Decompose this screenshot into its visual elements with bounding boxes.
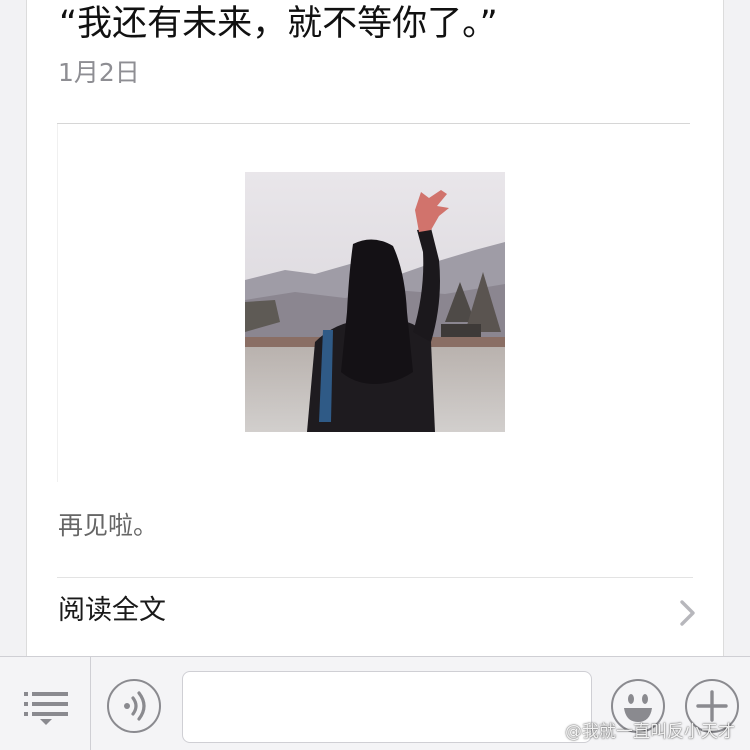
divider [57, 577, 693, 578]
article-photo[interactable] [245, 172, 505, 432]
photo-illustration [245, 172, 505, 432]
chevron-right-icon [677, 599, 699, 627]
message-input[interactable] [182, 671, 592, 743]
read-full-article-link[interactable]: 阅读全文 [57, 592, 697, 632]
article-screen: “我还有未来，就不等你了。” 1月2日 再见啦。 阅读全文 @我就一直叫反小天才 [0, 0, 750, 750]
read-full-article-label: 阅读全文 [58, 595, 166, 626]
article-excerpt: 再见啦。 [58, 511, 159, 540]
voice-icon [124, 691, 146, 721]
list-menu-icon [24, 692, 68, 725]
article-media [57, 123, 690, 482]
article-date: 1月2日 [58, 58, 140, 87]
article-title: “我还有未来，就不等你了。” [59, 4, 498, 44]
watermark: @我就一直叫反小天才 [565, 722, 735, 742]
menu-toggle-button[interactable] [0, 657, 91, 750]
voice-button[interactable] [107, 679, 161, 733]
article-card: “我还有未来，就不等你了。” 1月2日 再见啦。 阅读全文 [26, 0, 724, 670]
